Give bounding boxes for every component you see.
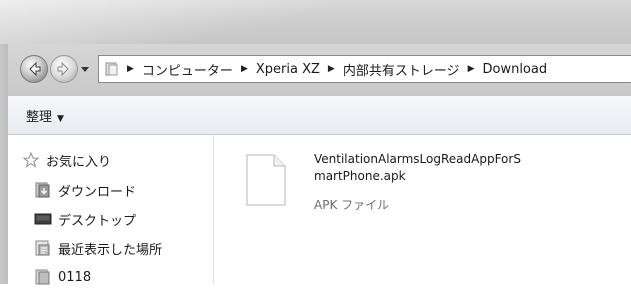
breadcrumb-arrow-icon[interactable]: ▶ [241,64,248,74]
star-icon [22,151,40,168]
file-type: APK ファイル [314,198,390,212]
desktop-icon [34,213,52,225]
organize-label: 整理 [26,110,53,125]
nav-item-label: ダウンロード [58,184,137,200]
address-bar[interactable]: ▶ コンピューター ▶ Xperia XZ ▶ 内部共有ストレージ ▶ Down… [98,55,631,83]
breadcrumb-download[interactable]: Download [482,62,547,77]
nav-item-label: 最近表示した場所 [58,242,163,258]
recent-places-icon [35,240,50,256]
breadcrumb-arrow-icon[interactable]: ▶ [468,64,475,74]
nav-item-downloads[interactable]: ダウンロード [34,179,136,201]
navigation-pane: お気に入り ダウンロード デスクトップ 最近表示した場所 0118 [8,135,214,285]
file-name-line-1: VentilationAlarmsLogReadAppForS [314,152,521,166]
folder-icon [35,269,50,285]
nav-item-folder-0118[interactable]: 0118 [34,266,91,288]
breadcrumb-arrow-icon[interactable]: ▶ [127,64,134,74]
chevron-down-icon: ▼ [57,114,64,124]
nav-item-desktop[interactable]: デスクトップ [34,208,136,230]
forward-button[interactable] [50,55,78,83]
forward-arrow-icon [57,61,69,77]
folder-icon [105,62,118,76]
recent-pages-dropdown[interactable] [80,64,90,74]
file-list: VentilationAlarmsLogReadAppForS martPhon… [214,135,631,284]
breadcrumb-storage[interactable]: 内部共有ストレージ [343,60,460,79]
nav-item-favorites[interactable]: お気に入り [22,149,111,171]
command-bar: 整理 ▼ [8,96,631,135]
file-name[interactable]: VentilationAlarmsLogReadAppForS martPhon… [314,151,574,185]
window-frame-left [0,44,8,284]
breadcrumb-computer[interactable]: コンピューター [142,60,233,79]
breadcrumb-arrow-icon[interactable]: ▶ [328,64,335,74]
back-button[interactable] [20,55,48,83]
window-titlebar [0,0,631,44]
document-icon[interactable] [246,154,286,206]
breadcrumb-device[interactable]: Xperia XZ [256,62,320,77]
nav-item-label: お気に入り [46,154,112,170]
download-folder-icon [35,182,50,198]
back-arrow-icon [29,61,41,77]
organize-button[interactable]: 整理 ▼ [26,106,64,125]
file-name-line-2: martPhone.apk [314,169,406,183]
nav-item-recent-places[interactable]: 最近表示した場所 [34,237,162,259]
nav-item-label: デスクトップ [58,213,137,229]
navigation-bar: ▶ コンピューター ▶ Xperia XZ ▶ 内部共有ストレージ ▶ Down… [8,44,631,96]
nav-item-label: 0118 [58,269,92,285]
